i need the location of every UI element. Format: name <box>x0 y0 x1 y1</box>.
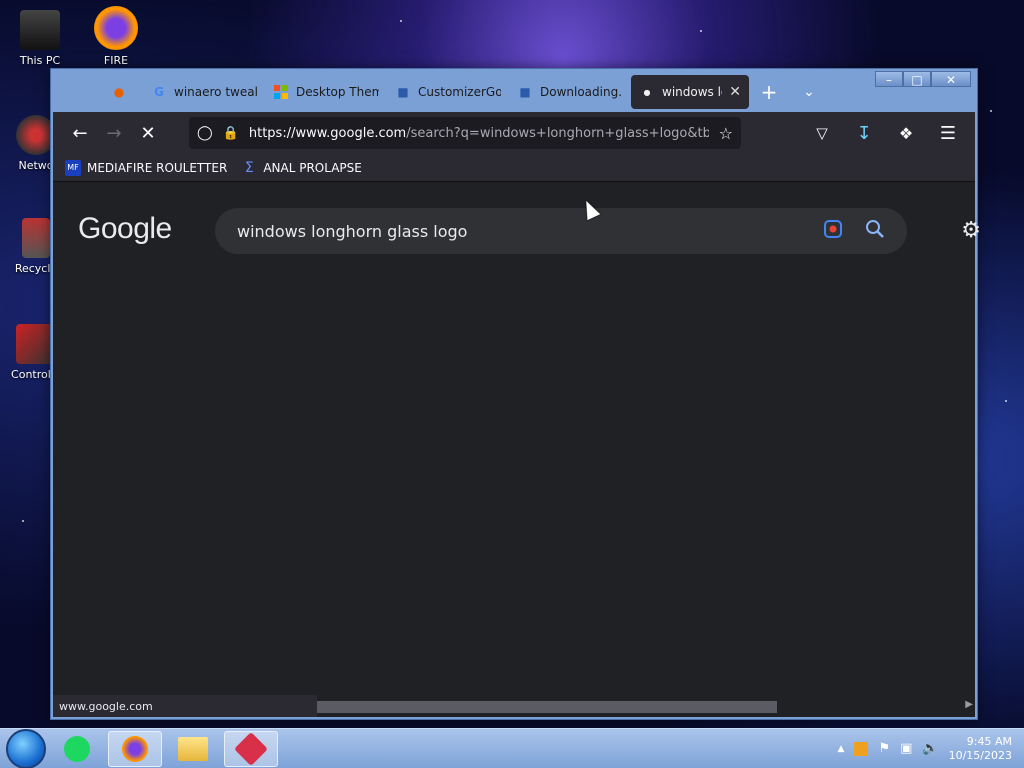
flag-icon[interactable]: ⚑ <box>878 741 890 756</box>
desktop-icon-label: Netwo <box>18 159 54 172</box>
star <box>22 520 24 522</box>
desktop-icon-label: FIRE <box>103 54 129 67</box>
navigation-toolbar: ← → ✕ ◯ 🔒 https://www.google.com/search?… <box>53 112 975 154</box>
mediafire-icon: MF <box>65 159 81 176</box>
taskbar-app-file-explorer[interactable] <box>166 731 220 767</box>
notes-icon <box>64 735 90 762</box>
search-icon[interactable] <box>865 219 885 243</box>
tab-firefox-view[interactable]: ● <box>103 75 143 109</box>
taskbar: ▲ ⚑ ▣ 🔈 9:45 AM 10/15/2023 <box>0 728 1024 768</box>
folder-icon <box>178 736 208 761</box>
tab-downloading[interactable]: ■ Downloading... <box>509 75 631 109</box>
new-tab-button[interactable]: + <box>749 75 789 109</box>
star <box>1005 400 1007 402</box>
tab-label: winaero tweak <box>174 85 257 99</box>
forward-button[interactable]: → <box>97 116 131 150</box>
star <box>700 30 702 32</box>
loading-icon: ● <box>643 87 651 97</box>
google-lens-icon[interactable] <box>823 219 843 243</box>
tab-label: windows lo <box>662 85 723 99</box>
bookmark-label: MEDIAFIRE ROULETTER <box>87 160 228 175</box>
taskbar-app-notes[interactable] <box>50 731 104 767</box>
clock[interactable]: 9:45 AM 10/15/2023 <box>949 735 1012 763</box>
bookmark-label: ANAL PROLAPSE <box>263 160 362 175</box>
download-page-icon: ■ <box>519 85 531 99</box>
app-tray-icon[interactable] <box>854 741 869 756</box>
bookmark-mediafire-rouletter[interactable]: MF MEDIAFIRE ROULETTER <box>65 159 228 176</box>
tab-strip: ● G winaero tweak Desktop Them ■ Customi… <box>51 73 977 111</box>
close-tab-icon[interactable]: ✕ <box>729 84 741 100</box>
lock-icon[interactable]: 🔒 <box>223 126 239 141</box>
url-host: https://www.google.com <box>248 125 407 141</box>
search-query[interactable]: windows longhorn glass logo <box>237 222 823 241</box>
page-content: Google windows longhorn glass logo ⚙ www… <box>53 182 981 717</box>
tab-winaero[interactable]: G winaero tweak <box>143 75 265 109</box>
volume-icon[interactable]: 🔈 <box>922 741 938 756</box>
clock-date: 10/15/2023 <box>948 748 1012 762</box>
desktop-icon-fire[interactable]: FIRE <box>76 6 156 67</box>
taskbar-app-customizer[interactable] <box>224 730 278 767</box>
google-logo[interactable]: Google <box>78 212 172 246</box>
search-box-icons <box>823 219 885 243</box>
windows-icon <box>273 84 289 100</box>
stop-loading-button[interactable]: ✕ <box>131 116 165 150</box>
search-box[interactable]: windows longhorn glass logo <box>215 208 907 254</box>
horizontal-scrollbar[interactable]: ▶ <box>317 699 975 715</box>
show-hidden-icons-icon[interactable]: ▲ <box>838 744 845 754</box>
tab-label: Desktop Them <box>296 85 379 99</box>
sigma-icon: Σ <box>244 159 254 176</box>
recycle-bin-icon <box>22 218 50 258</box>
downloads-icon[interactable]: ↧ <box>847 116 881 150</box>
firefox-icon: ● <box>113 85 125 99</box>
clock-time: 9:45 AM <box>966 734 1012 748</box>
bookmarks-toolbar: MF MEDIAFIRE ROULETTER Σ ANAL PROLAPSE <box>53 154 975 182</box>
toolbar-right: ▽ ↧ ❖ ☰ <box>805 116 965 150</box>
bookmark-star-icon[interactable]: ☆ <box>719 124 733 143</box>
scroll-right-arrow-icon[interactable]: ▶ <box>965 699 973 710</box>
settings-gear-icon[interactable]: ⚙ <box>961 218 981 243</box>
menu-icon[interactable]: ☰ <box>931 116 965 150</box>
desktop-icon-label: This PC <box>19 54 61 67</box>
tab-label: Downloading... <box>540 85 623 99</box>
star <box>990 110 992 112</box>
tab-customizergod[interactable]: ■ CustomizerGo <box>387 75 509 109</box>
tab-label: CustomizerGo <box>418 85 501 99</box>
google-icon: G <box>154 85 164 99</box>
tracking-protection-shield-icon[interactable]: ◯ <box>197 125 213 141</box>
desktop-icon-this-pc[interactable]: This PC <box>0 10 80 67</box>
list-tabs-button[interactable]: ⌄ <box>789 75 829 109</box>
bookmark-anal-prolapse[interactable]: Σ ANAL PROLAPSE <box>241 160 362 176</box>
address-bar[interactable]: ◯ 🔒 https://www.google.com/search?q=wind… <box>189 117 741 149</box>
browser-window: – □ ✕ ● G winaero tweak Desktop Them ■ C… <box>50 68 981 720</box>
start-button[interactable] <box>6 728 46 768</box>
extensions-icon[interactable]: ❖ <box>889 116 923 150</box>
network-icon[interactable]: ▣ <box>900 741 912 756</box>
firefox-icon <box>94 6 138 50</box>
customizer-app-icon <box>234 731 268 766</box>
taskbar-app-firefox[interactable] <box>108 730 162 767</box>
url-path: /search?q=windows+longhorn+glass+logo&tb… <box>406 125 709 141</box>
url-text[interactable]: https://www.google.com/search?q=windows+… <box>249 126 709 141</box>
system-tray: ▲ ⚑ ▣ 🔈 9:45 AM 10/15/2023 <box>838 735 1024 763</box>
customizer-icon: ■ <box>397 85 409 99</box>
scrollbar-thumb[interactable] <box>317 701 777 713</box>
back-button[interactable]: ← <box>63 116 97 150</box>
status-bar: www.google.com <box>53 695 317 717</box>
tab-desktop-themes[interactable]: Desktop Them <box>265 75 387 109</box>
computer-icon <box>20 10 60 50</box>
status-url: www.google.com <box>59 699 153 713</box>
tab-windows-logo[interactable]: ● windows lo ✕ <box>631 75 749 109</box>
pocket-icon[interactable]: ▽ <box>805 116 839 150</box>
firefox-icon <box>122 735 148 762</box>
star <box>400 20 402 22</box>
